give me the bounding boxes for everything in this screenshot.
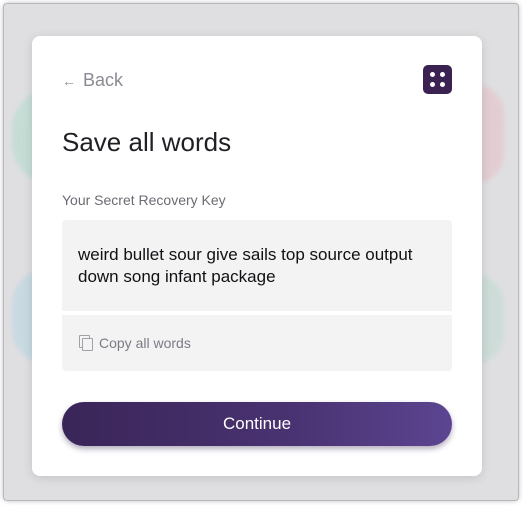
recovery-key-box: weird bullet sour give sails top source … bbox=[62, 220, 452, 311]
back-button[interactable]: ← Back bbox=[62, 70, 123, 91]
copy-all-words-button[interactable]: Copy all words bbox=[62, 315, 452, 371]
arrow-left-icon: ← bbox=[62, 72, 76, 89]
dice-icon[interactable] bbox=[423, 65, 452, 94]
copy-all-words-label: Copy all words bbox=[99, 335, 191, 351]
back-label: Back bbox=[83, 70, 124, 90]
recovery-key-label: Your Secret Recovery Key bbox=[62, 192, 226, 208]
copy-icon bbox=[79, 335, 93, 351]
page-title: Save all words bbox=[62, 127, 232, 157]
continue-button[interactable]: Continue bbox=[62, 402, 452, 446]
recovery-key-text: weird bullet sour give sails top source … bbox=[78, 245, 413, 286]
